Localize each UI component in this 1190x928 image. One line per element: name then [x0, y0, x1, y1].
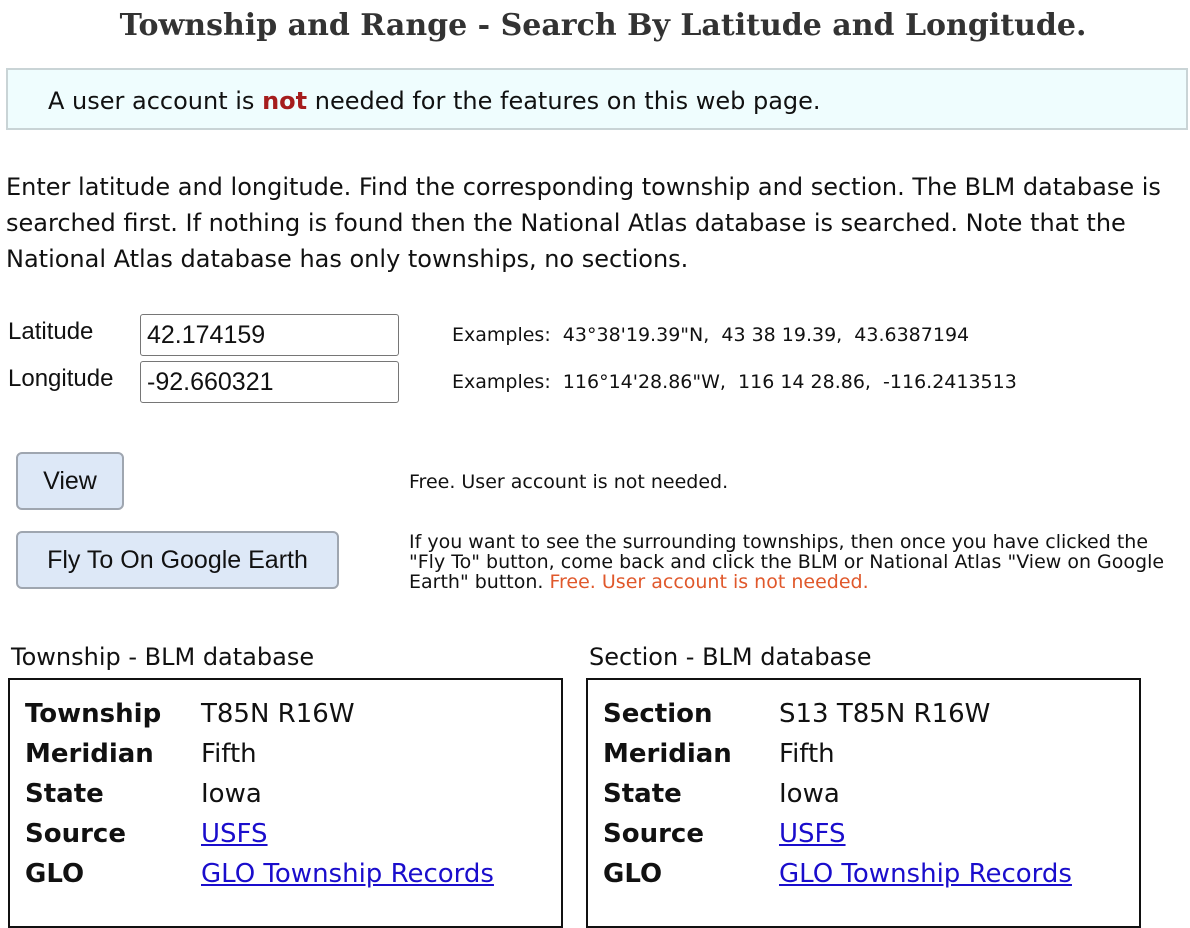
section-row-label: State [603, 779, 682, 809]
longitude-input[interactable] [140, 361, 399, 403]
latitude-label: Latitude [8, 318, 94, 345]
fly-to-google-earth-button[interactable]: Fly To On Google Earth [16, 531, 339, 589]
notice-emphasis: not [262, 87, 308, 115]
section-row-label: GLO [603, 859, 663, 889]
fly-to-note: If you want to see the surrounding towns… [409, 532, 1184, 592]
latitude-input[interactable] [140, 314, 399, 356]
notice-prefix: A user account is [48, 87, 263, 115]
township-box-title: Township - BLM database [11, 643, 315, 671]
section-row-value: Fifth [779, 739, 835, 769]
view-note: Free. User account is not needed. [409, 471, 729, 493]
township-row-value: T85N R16W [201, 699, 355, 729]
section-box-title: Section - BLM database [589, 643, 872, 671]
page-title: Township and Range - Search By Latitude … [119, 8, 1087, 43]
township-row-label: GLO [25, 859, 85, 889]
section-row-value: S13 T85N R16W [779, 699, 991, 729]
view-button[interactable]: View [16, 452, 124, 510]
section-row-label: Meridian [603, 739, 732, 769]
township-source-link[interactable]: USFS [201, 814, 268, 854]
section-source-link[interactable]: USFS [779, 814, 846, 854]
section-row-label: Source [603, 819, 704, 849]
intro-text: Enter latitude and longitude. Find the c… [6, 173, 1161, 273]
township-row-value: Iowa [201, 779, 262, 809]
latitude-examples: Examples: 43°38'19.39"N, 43 38 19.39, 43… [452, 324, 970, 346]
section-box: Section S13 T85N R16W Meridian Fifth Sta… [586, 678, 1141, 928]
longitude-examples: Examples: 116°14'28.86"W, 116 14 28.86, … [452, 371, 1017, 393]
section-glo-link[interactable]: GLO Township Records [779, 854, 1072, 894]
township-row-label: Township [25, 699, 162, 729]
fly-to-note-free: Free. User account is not needed. [549, 571, 869, 593]
township-row-label: Source [25, 819, 126, 849]
township-glo-link[interactable]: GLO Township Records [201, 854, 494, 894]
township-row-value: Fifth [201, 739, 257, 769]
notice-suffix: needed for the features on this web page… [307, 87, 821, 115]
section-row-label: Section [603, 699, 713, 729]
section-row-value: Iowa [779, 779, 840, 809]
township-row-label: Meridian [25, 739, 154, 769]
longitude-label: Longitude [8, 365, 114, 392]
account-notice: A user account is not needed for the fea… [6, 68, 1188, 130]
township-row-label: State [25, 779, 104, 809]
township-box: Township T85N R16W Meridian Fifth State … [8, 678, 563, 928]
